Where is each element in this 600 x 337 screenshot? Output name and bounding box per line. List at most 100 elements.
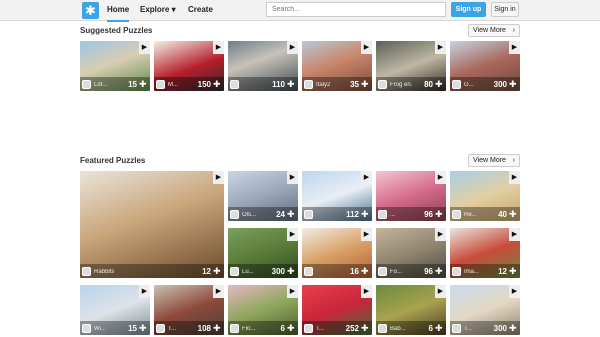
nav-home[interactable]: Home [107, 0, 130, 22]
search-input[interactable] [266, 2, 446, 17]
puzzle-title: M... [168, 82, 178, 88]
puzzle-piece-icon: ✚ [287, 79, 295, 89]
play-icon[interactable]: ▶ [509, 41, 520, 54]
play-icon[interactable]: ▶ [287, 228, 298, 241]
play-icon[interactable]: ▶ [213, 285, 224, 298]
avatar [452, 324, 461, 333]
avatar [452, 210, 461, 219]
avatar [304, 210, 313, 219]
sign-in-button[interactable]: Sign in [491, 2, 519, 17]
puzzle-piece-icon: ✚ [213, 266, 221, 276]
piece-count: 108 [197, 324, 211, 333]
featured-puzzle-tile[interactable]: ▶ Wi... 15 ✚ [80, 285, 150, 335]
suggested-puzzle-tile[interactable]: ▶ 110 ✚ [228, 41, 298, 91]
piece-count: 6 [280, 324, 285, 333]
play-icon[interactable]: ▶ [435, 285, 446, 298]
avatar [230, 324, 239, 333]
featured-puzzle-tile[interactable]: ▶ T... 108 ✚ [154, 285, 224, 335]
sign-up-button[interactable]: Sign up [451, 2, 486, 17]
featured-puzzle-tile[interactable]: ▶ T... 252 ✚ [302, 285, 372, 335]
piece-count: 35 [350, 80, 359, 89]
piece-count: 300 [493, 324, 507, 333]
puzzle-title: Frog en... [390, 82, 412, 88]
avatar [230, 267, 239, 276]
play-icon[interactable]: ▶ [435, 41, 446, 54]
puzzle-piece-icon: ✚ [361, 323, 369, 333]
top-nav-bar: ✱ Home Explore ▾ Create Sign up Sign in [0, 0, 600, 22]
puzzle-title: Lu... [242, 269, 254, 275]
featured-puzzle-tile[interactable]: ▶ 112 ✚ [302, 171, 372, 221]
play-icon[interactable]: ▶ [509, 285, 520, 298]
piece-count: 96 [424, 210, 433, 219]
play-icon[interactable]: ▶ [213, 41, 224, 54]
piece-count: 15 [128, 80, 137, 89]
suggested-puzzle-tile[interactable]: ▶ Italy2 35 ✚ [302, 41, 372, 91]
piece-count: 16 [350, 267, 359, 276]
avatar [304, 80, 313, 89]
puzzle-piece-icon: ✚ [361, 79, 369, 89]
featured-puzzle-tile[interactable]: ▶ Flo... 6 ✚ [228, 285, 298, 335]
featured-puzzle-tile[interactable]: ▶ Ols... 24 ✚ [228, 171, 298, 221]
featured-puzzle-tile[interactable]: ▶ Rabbits 12 ✚ [80, 171, 224, 278]
featured-puzzles-heading: Featured Puzzles [80, 156, 146, 165]
featured-puzzle-tile[interactable]: ▶ Lu... 300 ✚ [228, 228, 298, 278]
suggested-puzzle-tile[interactable]: ▶ Lof... 15 ✚ [80, 41, 150, 91]
avatar [156, 80, 165, 89]
chevron-right-icon: › [512, 27, 515, 34]
suggested-puzzles-heading: Suggested Puzzles [80, 26, 153, 35]
puzzle-piece-icon: ✚ [287, 266, 295, 276]
piece-count: 12 [202, 267, 211, 276]
avatar [378, 324, 387, 333]
featured-puzzle-tile[interactable]: ▶ 16 ✚ [302, 228, 372, 278]
suggested-puzzle-tile[interactable]: ▶ Frog en... 80 ✚ [376, 41, 446, 91]
play-icon[interactable]: ▶ [361, 228, 372, 241]
play-icon[interactable]: ▶ [361, 41, 372, 54]
play-icon[interactable]: ▶ [287, 285, 298, 298]
featured-puzzle-tile[interactable]: ▶ Fo... 96 ✚ [376, 228, 446, 278]
suggested-puzzle-tile[interactable]: ▶ G... 300 ✚ [450, 41, 520, 91]
play-icon[interactable]: ▶ [361, 171, 372, 184]
play-icon[interactable]: ▶ [139, 285, 150, 298]
play-icon[interactable]: ▶ [509, 228, 520, 241]
puzzle-title: Lof... [94, 82, 108, 88]
featured-puzzle-tile[interactable]: ▶ T... 300 ✚ [450, 285, 520, 335]
play-icon[interactable]: ▶ [287, 171, 298, 184]
puzzle-piece-icon: ✚ [287, 209, 295, 219]
featured-view-more-button[interactable]: View More › [468, 154, 520, 167]
featured-puzzle-tile[interactable]: ▶ Bab... 6 ✚ [376, 285, 446, 335]
puzzle-piece-icon: ✚ [139, 323, 147, 333]
puzzle-title: T... [168, 326, 177, 332]
avatar [304, 324, 313, 333]
featured-puzzle-tile[interactable]: ▶ ... 96 ✚ [376, 171, 446, 221]
play-icon[interactable]: ▶ [435, 228, 446, 241]
puzzle-piece-icon: ✚ [509, 79, 517, 89]
puzzle-title: Fo... [390, 269, 403, 275]
piece-count: 24 [276, 210, 285, 219]
puzzle-piece-icon: ✚ [435, 266, 443, 276]
piece-count: 300 [271, 267, 285, 276]
puzzle-title: Rabbits [94, 269, 115, 275]
avatar [156, 324, 165, 333]
avatar [82, 80, 91, 89]
play-icon[interactable]: ▶ [509, 171, 520, 184]
suggested-puzzle-tile[interactable]: ▶ M... 150 ✚ [154, 41, 224, 91]
featured-puzzle-tile[interactable]: ▶ Re... 40 ✚ [450, 171, 520, 221]
play-icon[interactable]: ▶ [287, 41, 298, 54]
puzzle-piece-icon: ✚ [213, 323, 221, 333]
featured-puzzle-tile[interactable]: ▶ Ima... 12 ✚ [450, 228, 520, 278]
suggested-view-more-button[interactable]: View More › [468, 24, 520, 37]
play-icon[interactable]: ▶ [139, 41, 150, 54]
nav-explore[interactable]: Explore ▾ [140, 0, 176, 20]
puzzle-title: ... [390, 212, 396, 218]
puzzle-piece-icon[interactable]: ✱ [82, 2, 99, 19]
play-icon[interactable]: ▶ [435, 171, 446, 184]
nav-create[interactable]: Create [188, 0, 213, 20]
puzzle-piece-icon: ✚ [435, 209, 443, 219]
piece-count: 252 [345, 324, 359, 333]
piece-count: 80 [424, 80, 433, 89]
puzzle-title: Flo... [242, 326, 256, 332]
play-icon[interactable]: ▶ [213, 171, 224, 184]
avatar [82, 324, 91, 333]
play-icon[interactable]: ▶ [361, 285, 372, 298]
puzzle-piece-icon: ✚ [509, 266, 517, 276]
